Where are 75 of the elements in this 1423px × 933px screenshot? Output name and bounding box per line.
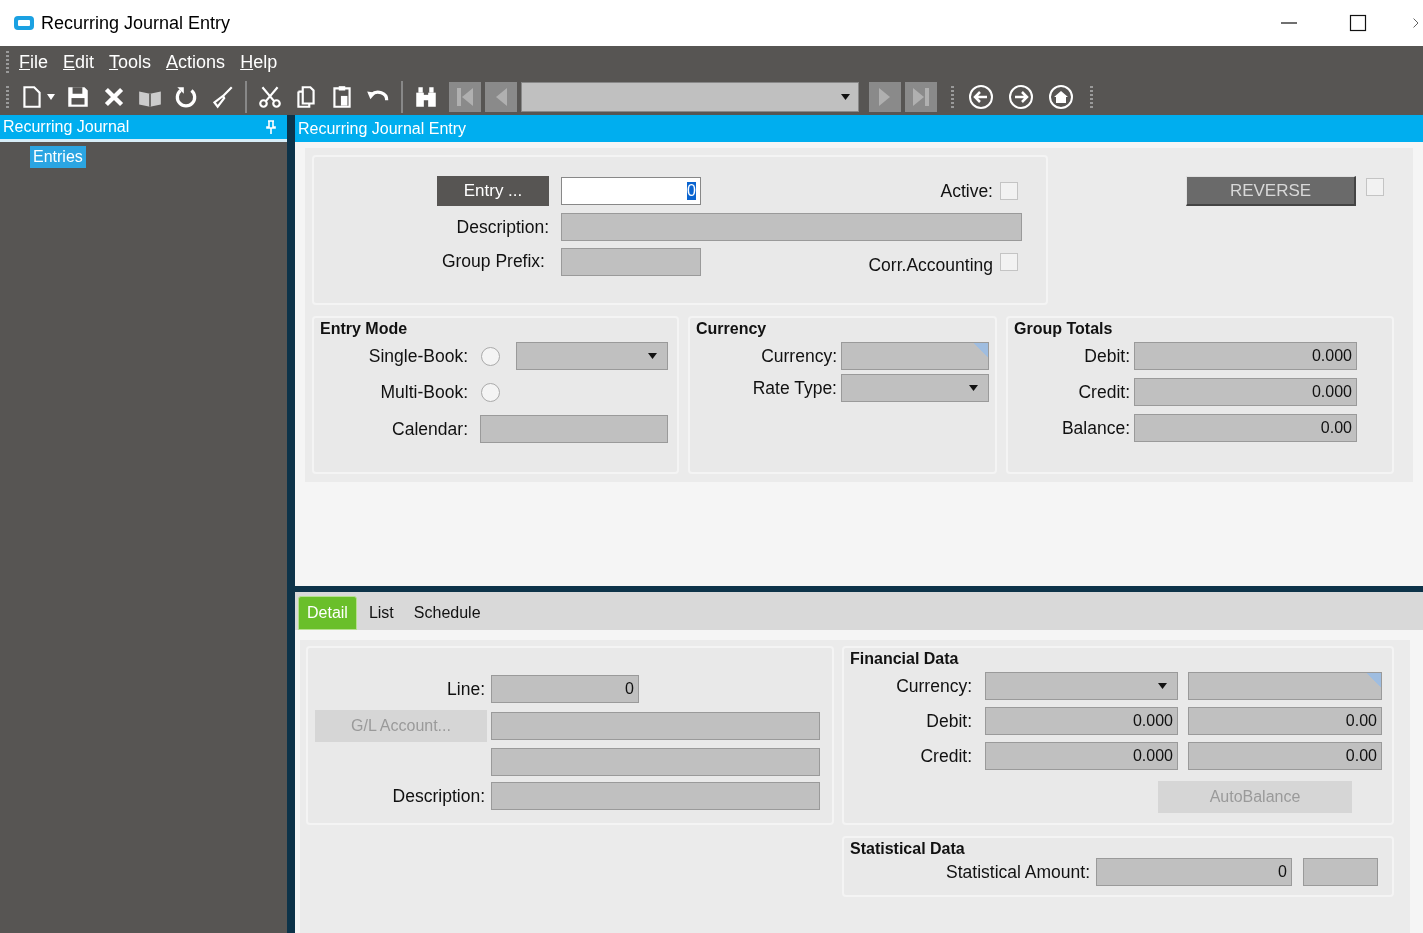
reverse-button[interactable]: REVERSE [1186,176,1356,206]
home-icon[interactable] [1048,83,1074,110]
text-field[interactable] [491,748,820,776]
caret-icon [1158,683,1167,689]
text-field[interactable]: 0.000 [985,707,1178,735]
field-label: Multi-Book: [380,382,468,403]
checkbox[interactable] [1366,178,1384,196]
window-title: Recurring Journal Entry [41,12,231,34]
menu-item[interactable]: Tools [109,51,152,73]
text-field[interactable] [561,213,1022,241]
field-label: Description: [392,785,485,807]
tab[interactable]: Schedule [405,596,489,630]
field-label: Credit: [1078,381,1130,403]
group-title: Entry Mode [319,319,408,338]
text-field[interactable]: 0 [491,675,639,703]
entry-button[interactable]: Entry ... [437,176,549,206]
field-label: Balance: [1061,417,1130,439]
next-record-button[interactable] [869,81,901,112]
field-label: Line: [447,678,485,700]
field-label: Debit: [926,710,972,732]
caret-icon [841,93,850,100]
last-record-button[interactable] [905,81,937,112]
field-label: Single-Book: [368,345,468,367]
field-label: Corr.Accounting [868,255,993,276]
text-field[interactable] [1188,672,1382,700]
text-field[interactable] [1303,858,1378,886]
first-icon [455,85,475,108]
record-dropdown[interactable] [521,81,859,112]
panel-title: Recurring Journal [3,118,130,136]
first-record-button[interactable] [449,81,481,112]
field-label: Calendar: [392,418,468,440]
field-label: Currency: [761,345,837,367]
field-label: Currency: [896,675,972,697]
radio-button[interactable] [481,346,500,366]
text-field[interactable]: 0.00 [1134,414,1357,442]
menu-item[interactable]: Actions [166,51,226,73]
radio-button[interactable] [481,383,500,402]
form-title: Recurring Journal Entry [298,119,467,138]
text-field[interactable] [841,342,989,370]
text-field[interactable]: 0.000 [985,742,1178,770]
checkbox[interactable] [1000,182,1018,200]
checkbox[interactable] [1000,252,1018,271]
group-title: Group Totals [1013,319,1113,338]
group-title: Financial Data [849,649,959,668]
text-field[interactable]: 0.00 [1188,707,1382,735]
caret-icon [969,385,978,391]
menu-item[interactable]: File [19,51,48,73]
caret-icon[interactable] [47,93,55,100]
pin-icon[interactable] [265,120,277,134]
text-field[interactable] [491,712,820,740]
field-label: Debit: [1084,345,1130,367]
text-field[interactable] [561,247,701,276]
maximize-icon[interactable] [1349,14,1367,32]
field-label: Group Prefix: [441,251,545,272]
text-field[interactable]: 0.000 [1134,378,1357,406]
last-icon [911,85,931,108]
field-label: Rate Type: [752,377,837,399]
app-icon [13,15,35,31]
tab[interactable]: List [360,596,402,630]
menu-item[interactable]: Edit [63,51,95,73]
field-label: Statistical Amount: [946,861,1090,883]
text-field[interactable] [480,415,668,443]
field-label: Active: [940,180,993,202]
group-title: Currency [695,319,767,338]
caret-icon [648,353,657,359]
entry-field[interactable]: 0 [561,177,701,205]
text-field[interactable] [491,782,820,810]
field-label: Credit: [920,745,972,767]
previous-record-button[interactable] [485,81,517,112]
text-field[interactable]: 0.00 [1188,742,1382,770]
text-field[interactable]: 0.000 [1134,342,1357,370]
menu-item[interactable]: Help [240,51,278,73]
text-field[interactable]: 0 [1096,858,1292,886]
field-label: Description: [456,216,549,238]
group-title: Statistical Data [849,839,965,858]
